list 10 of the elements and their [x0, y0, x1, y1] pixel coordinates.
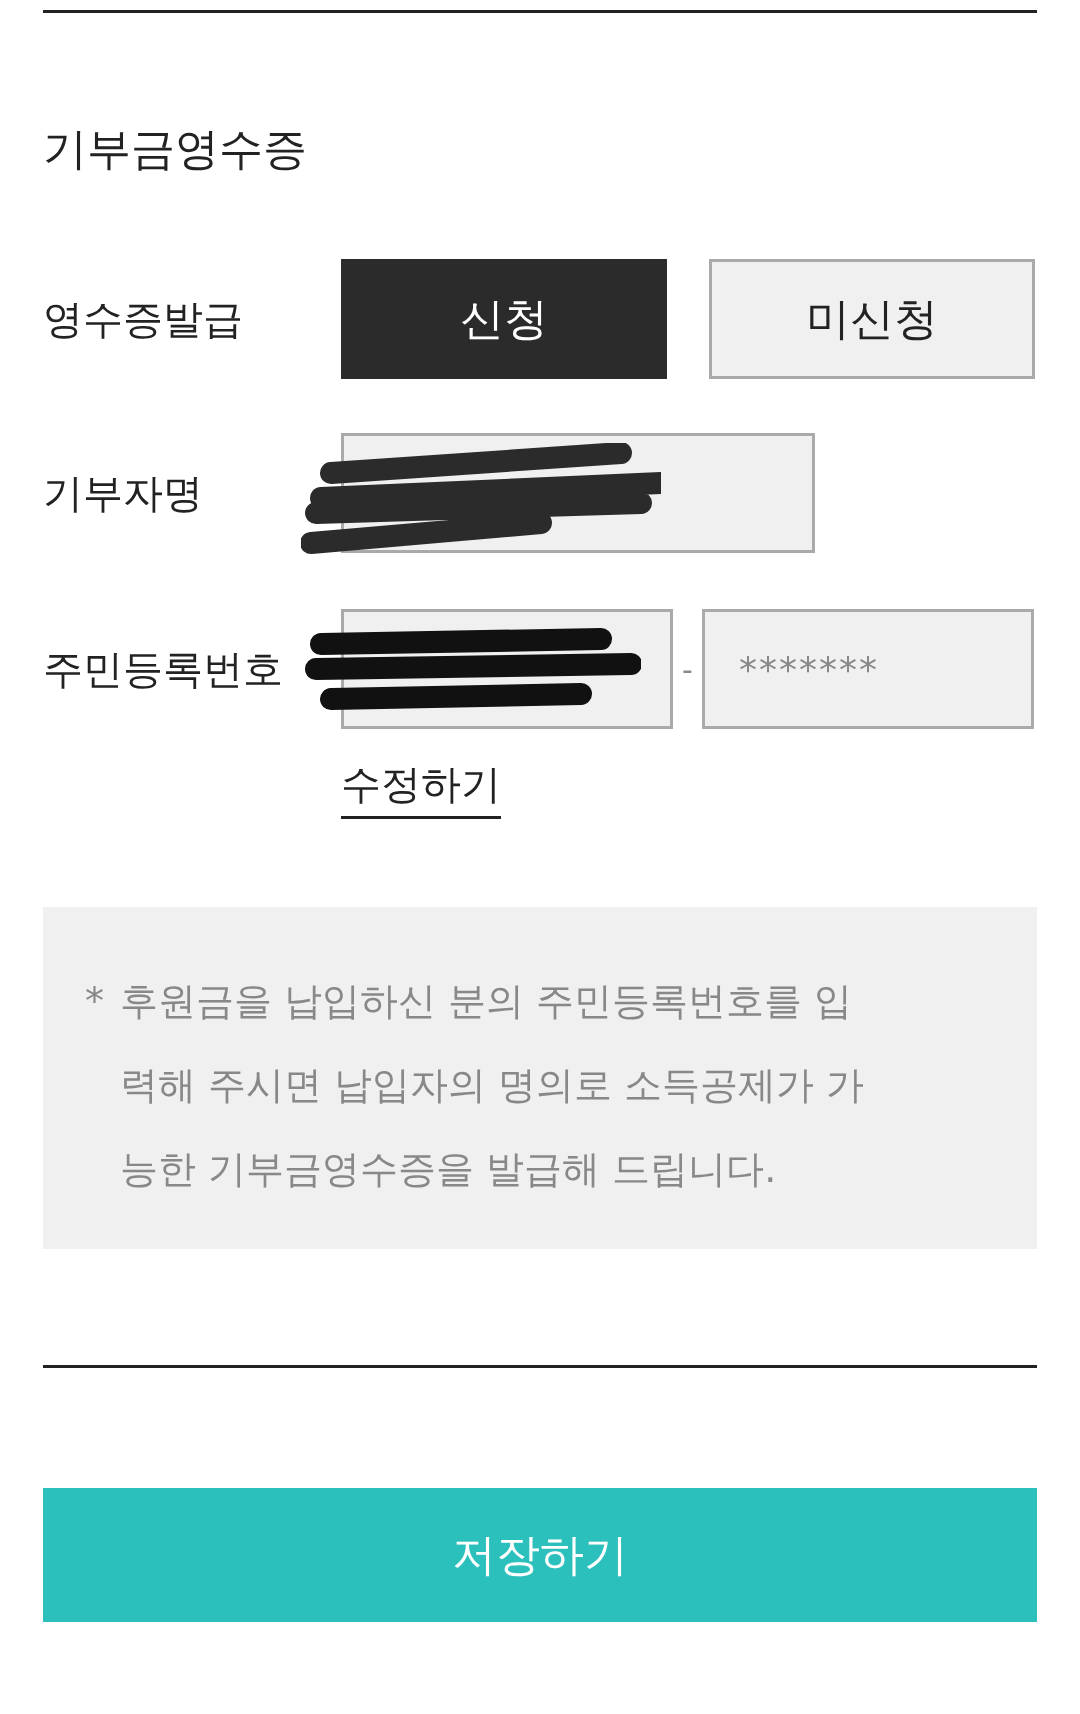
section-title: 기부금영수증 [43, 122, 308, 176]
field-label: 주민등록번호 [43, 644, 284, 694]
edit-link[interactable]: 수정하기 [341, 757, 501, 819]
option-button[interactable]: 신청 [341, 259, 667, 379]
field-label: 영수증발급 [43, 294, 244, 344]
field-label: 기부자명 [43, 468, 204, 518]
notice-text: 후원금을 납입하신 분의 주민등록번호를 입력해 주시면 납입자의 명의로 소득공제가 가능한 기부금영수증을 발급해 드립니다. [120, 978, 866, 1193]
asterisk-mark: * [85, 978, 104, 1025]
separator-dash: - [681, 651, 694, 687]
option-button[interactable]: 미신청 [709, 259, 1035, 379]
